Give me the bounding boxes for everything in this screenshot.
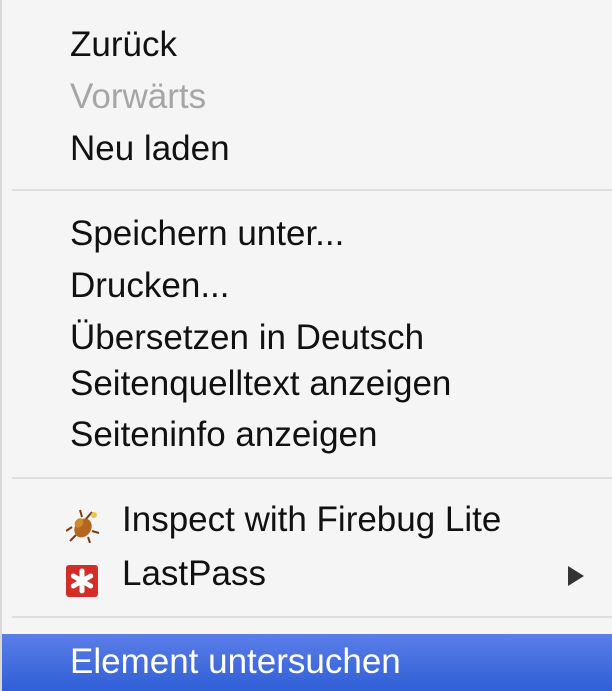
submenu-arrow-icon [568, 566, 584, 586]
menu-item-label: Speichern unter... [70, 214, 345, 253]
menu-item-label: Seiteninfo anzeigen [70, 415, 378, 454]
menu-item-label: Übersetzen in Deutsch [70, 318, 425, 357]
context-menu: Zurück Vorwärts Neu laden Speichern unte… [0, 0, 612, 691]
firebug-icon [65, 506, 100, 544]
menu-item-label: Element untersuchen [70, 642, 401, 681]
menu-item-label: Inspect with Firebug Lite [122, 500, 502, 539]
menu-item-print[interactable]: Drucken... [2, 260, 612, 312]
menu-separator [12, 477, 612, 479]
menu-item-firebug-lite[interactable]: Inspect with Firebug Lite [2, 494, 612, 546]
menu-item-label: Zurück [70, 25, 177, 64]
menu-item-label: Seitenquelltext anzeigen [70, 364, 452, 403]
menu-item-translate[interactable]: Übersetzen in Deutsch [2, 312, 612, 364]
menu-item-forward: Vorwärts [2, 71, 612, 123]
menu-item-inspect-element[interactable]: Element untersuchen [2, 636, 612, 688]
menu-item-lastpass[interactable]: LastPass [2, 548, 612, 600]
menu-separator [12, 616, 612, 618]
menu-separator [12, 189, 612, 191]
menu-item-label: Vorwärts [70, 77, 207, 116]
menu-item-back[interactable]: Zurück [2, 19, 612, 71]
menu-item-label: LastPass [122, 554, 266, 593]
menu-item-page-info[interactable]: Seiteninfo anzeigen [2, 409, 612, 461]
lastpass-icon [66, 560, 98, 597]
menu-item-save-as[interactable]: Speichern unter... [2, 208, 612, 260]
menu-item-view-source[interactable]: Seitenquelltext anzeigen [2, 358, 612, 410]
menu-item-label: Neu laden [70, 129, 230, 168]
menu-item-reload[interactable]: Neu laden [2, 123, 612, 175]
menu-item-label: Drucken... [70, 266, 230, 305]
